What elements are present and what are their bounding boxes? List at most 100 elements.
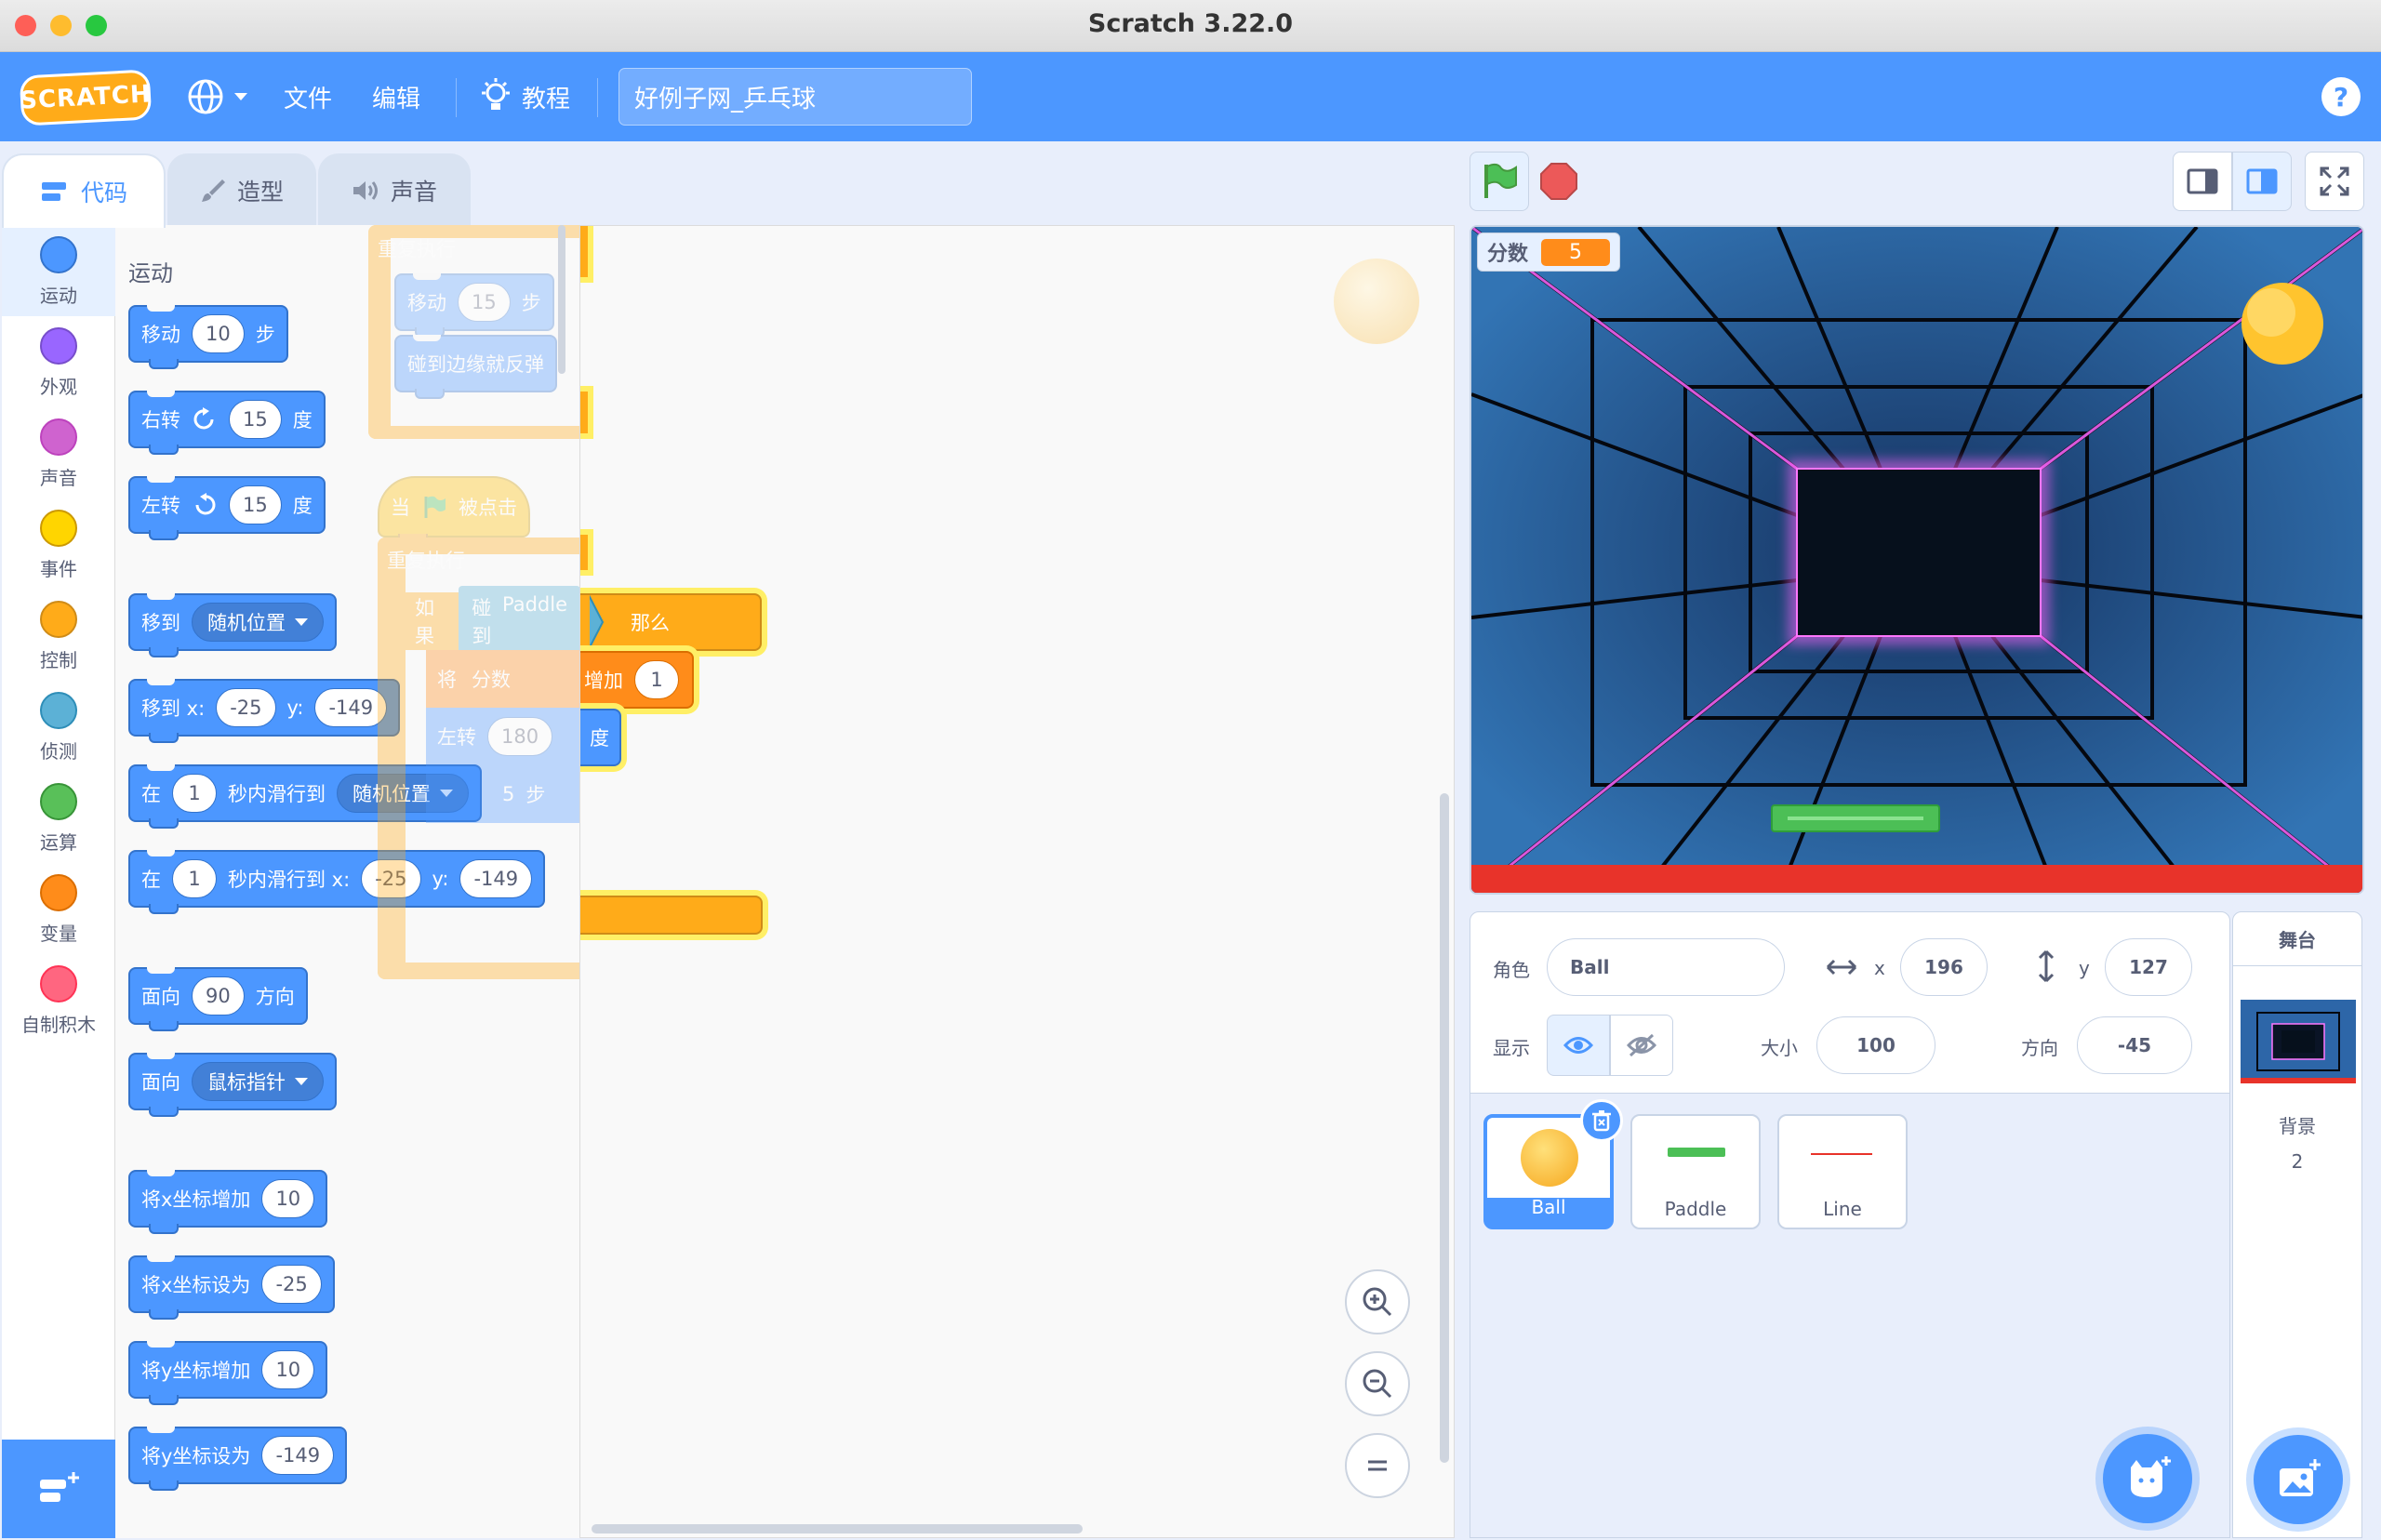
- turn-block-tail[interactable]: 度: [580, 709, 621, 766]
- if-then-label: 那么: [631, 612, 670, 634]
- category-events[interactable]: 事件: [2, 498, 115, 590]
- degrees-input[interactable]: 15: [229, 400, 282, 439]
- stage-canvas[interactable]: 分数 5: [1470, 225, 2364, 895]
- hide-sprite-button[interactable]: [1610, 1015, 1673, 1076]
- zoom-in-button[interactable]: [1345, 1269, 1410, 1334]
- category-my-blocks[interactable]: 自制积木: [2, 954, 115, 1045]
- tab-costumes[interactable]: 造型: [167, 153, 316, 226]
- goto-target-dropdown[interactable]: 随机位置: [192, 603, 324, 642]
- add-extension-button[interactable]: [2, 1440, 115, 1538]
- y-position-input[interactable]: 127: [2105, 938, 2192, 996]
- value-input[interactable]: 10: [261, 1350, 315, 1389]
- add-backdrop-button[interactable]: [2254, 1435, 2343, 1524]
- script-workspace[interactable]: 那么 增加 1 度: [580, 225, 1455, 1538]
- if-block-ghost: 如果 碰到 Paddle: [404, 586, 579, 657]
- category-motion[interactable]: 运动: [2, 225, 115, 316]
- seconds-input[interactable]: 1: [172, 774, 217, 813]
- goto-xy-block[interactable]: 移到 x: -25 y: -149: [128, 679, 401, 743]
- horizontal-arrows-icon: [1826, 959, 1857, 976]
- vertical-arrows-icon: [2038, 949, 2055, 983]
- window-title-bar: Scratch 3.22.0: [0, 0, 2381, 52]
- tutorials-menu[interactable]: 教程: [479, 52, 570, 141]
- y-input[interactable]: -149: [314, 688, 388, 727]
- small-stage-button[interactable]: [2173, 152, 2232, 211]
- category-looks[interactable]: 外观: [2, 316, 115, 407]
- trash-icon: [1592, 1110, 1611, 1132]
- show-sprite-button[interactable]: [1547, 1015, 1610, 1076]
- sprite-thumb-ball[interactable]: Ball: [1483, 1099, 1623, 1229]
- if-block-bottom-tail[interactable]: [580, 896, 763, 935]
- move-steps-block[interactable]: 移动 10 步: [128, 305, 288, 369]
- direction-input[interactable]: -45: [2077, 1016, 2192, 1074]
- block-label: 面向: [141, 986, 180, 1008]
- language-menu[interactable]: [186, 52, 247, 141]
- change-y-block[interactable]: 将y坐标增加 10: [128, 1341, 328, 1405]
- turn-right-block[interactable]: 右转 15 度: [128, 391, 326, 455]
- seconds-input[interactable]: 1: [172, 859, 217, 898]
- sprite-thumb-line[interactable]: Line: [1777, 1114, 1908, 1229]
- turn-left-block[interactable]: 左转 15 度: [128, 476, 326, 540]
- sprite-thumb-paddle[interactable]: Paddle: [1630, 1114, 1761, 1229]
- size-input[interactable]: 100: [1816, 1016, 1935, 1074]
- stop-button[interactable]: [1529, 152, 1589, 211]
- horizontal-scrollbar[interactable]: [592, 1524, 1083, 1533]
- set-x-block[interactable]: 将x坐标设为 -25: [128, 1255, 335, 1320]
- vertical-scrollbar[interactable]: [1440, 793, 1449, 1463]
- project-title-input[interactable]: 好例子网_乒乓球: [619, 68, 972, 126]
- category-label: 事件: [40, 558, 77, 580]
- change-x-block[interactable]: 将x坐标增加 10: [128, 1170, 328, 1234]
- tab-sounds[interactable]: 声音: [318, 153, 471, 226]
- category-variables[interactable]: 变量: [2, 863, 115, 954]
- score-variable-monitor[interactable]: 分数 5: [1477, 232, 1621, 272]
- large-stage-button[interactable]: [2232, 152, 2292, 211]
- category-sound[interactable]: 声音: [2, 407, 115, 498]
- value-input[interactable]: 10: [261, 1179, 315, 1218]
- block-label: 步: [525, 784, 546, 806]
- chevron-down-icon: [295, 1078, 308, 1085]
- touch-target: Paddle: [501, 593, 567, 616]
- set-y-block[interactable]: 将y坐标设为 -149: [128, 1427, 348, 1491]
- add-sprite-button[interactable]: [2103, 1434, 2192, 1523]
- palette-scrollbar[interactable]: [558, 225, 565, 374]
- sprite-name-input[interactable]: Ball: [1547, 938, 1785, 996]
- block-label: y:: [286, 697, 304, 719]
- category-dot: [40, 965, 77, 1002]
- degrees-input[interactable]: 15: [229, 485, 282, 524]
- zoom-reset-button[interactable]: [1345, 1433, 1410, 1498]
- value-input[interactable]: -25: [261, 1265, 322, 1304]
- direction-input[interactable]: 90: [192, 976, 245, 1016]
- value-input[interactable]: -149: [261, 1436, 335, 1475]
- point-direction-block[interactable]: 面向 90 方向: [128, 967, 308, 1031]
- point-towards-block[interactable]: 面向 鼠标指针: [128, 1053, 337, 1117]
- zoom-out-icon: [1363, 1369, 1392, 1399]
- fullscreen-icon: [2320, 166, 2349, 196]
- edit-menu[interactable]: 编辑: [372, 52, 420, 141]
- x-position-input[interactable]: 196: [1900, 938, 1988, 996]
- file-menu[interactable]: 文件: [284, 52, 332, 141]
- category-sensing[interactable]: 侦测: [2, 681, 115, 772]
- zoom-out-button[interactable]: [1345, 1351, 1410, 1416]
- category-control[interactable]: 控制: [2, 590, 115, 681]
- green-flag-icon: [424, 496, 446, 518]
- goto-block[interactable]: 移到 随机位置: [128, 593, 337, 657]
- backdrop-thumbnail[interactable]: [2241, 1000, 2356, 1083]
- x-input[interactable]: -25: [216, 688, 276, 727]
- fullscreen-button[interactable]: [2305, 152, 2364, 211]
- block-label: 步: [521, 292, 541, 314]
- tab-code[interactable]: 代码: [2, 153, 166, 228]
- change-amount-input[interactable]: 1: [634, 660, 679, 699]
- category-dot: [40, 236, 77, 273]
- green-flag-button[interactable]: [1470, 152, 1529, 211]
- stage-selector-panel[interactable]: 舞台 背景 2: [2232, 911, 2362, 1538]
- menu-divider: [597, 78, 598, 117]
- scratch-logo[interactable]: SCRATCH: [20, 69, 152, 126]
- sprite-thumb-label: Paddle: [1664, 1198, 1727, 1220]
- add-extension-icon: [40, 1472, 79, 1502]
- help-icon[interactable]: ?: [2321, 77, 2361, 116]
- if-block-tail[interactable]: 那么: [580, 593, 762, 651]
- category-operators[interactable]: 运算: [2, 772, 115, 863]
- delete-sprite-button[interactable]: [1580, 1099, 1623, 1142]
- steps-input[interactable]: 10: [192, 314, 245, 353]
- point-target-dropdown[interactable]: 鼠标指针: [192, 1062, 324, 1101]
- change-variable-block-tail[interactable]: 增加 1: [580, 651, 694, 709]
